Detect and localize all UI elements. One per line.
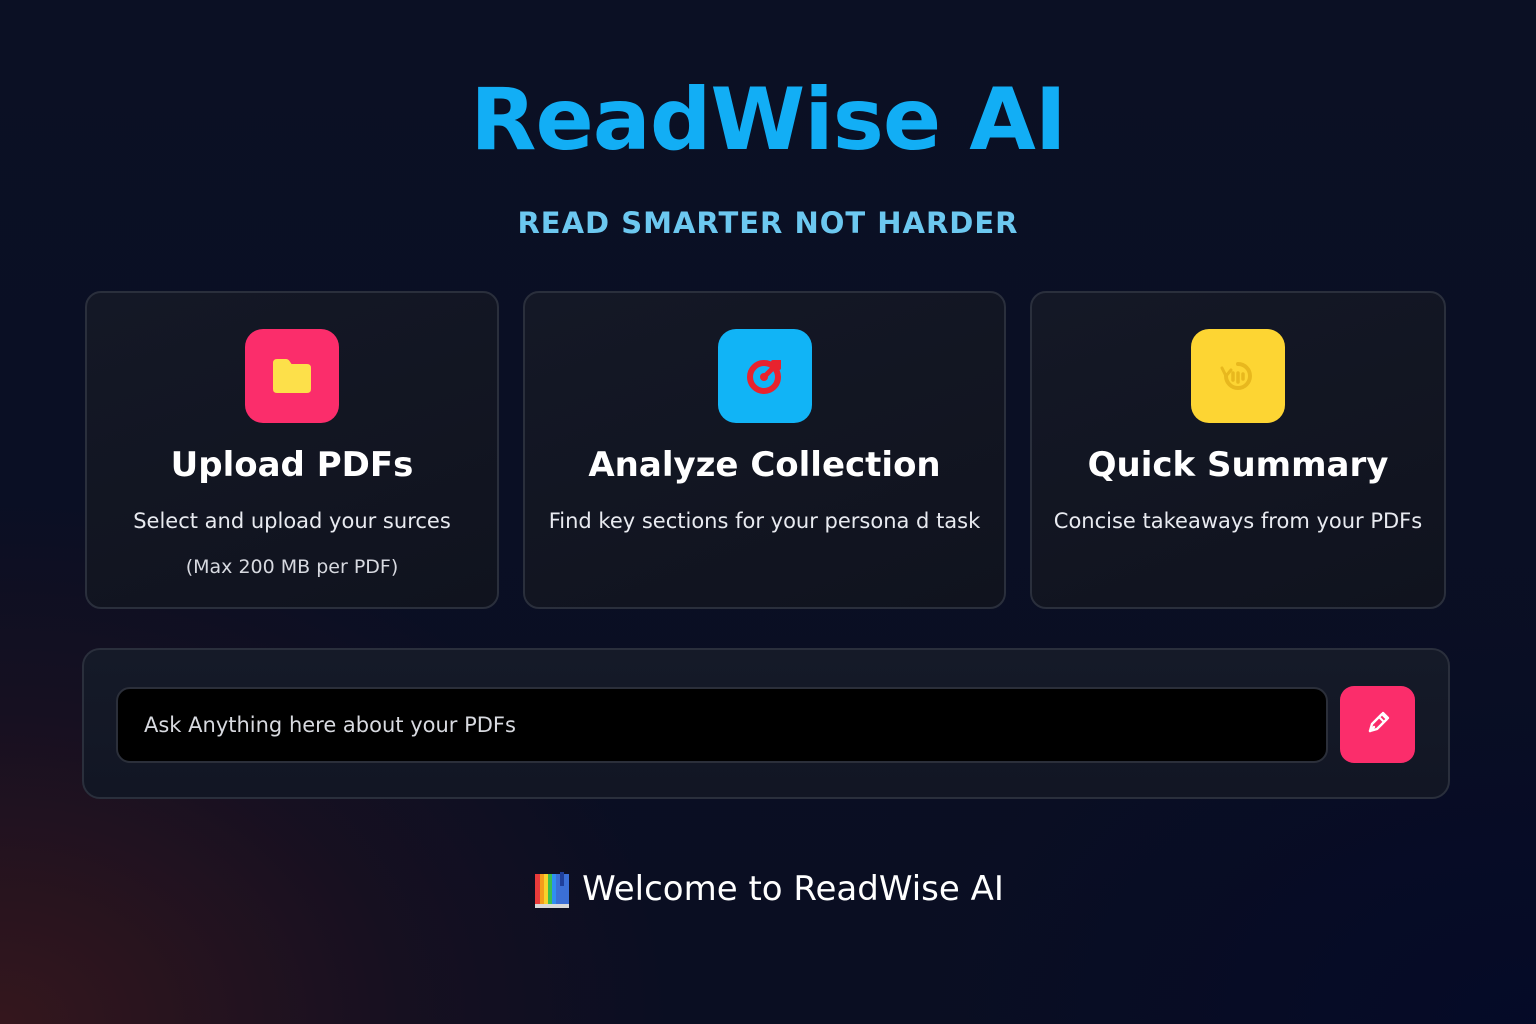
book-icon	[532, 868, 572, 910]
welcome-message: Welcome to ReadWise AI	[0, 868, 1536, 910]
analyze-collection-card[interactable]: Analyze Collection Find key sections for…	[523, 291, 1006, 609]
ask-panel	[82, 648, 1450, 799]
card-title: Quick Summary	[1087, 445, 1389, 485]
card-description: Concise takeaways from your PDFs	[1053, 509, 1423, 533]
quick-summary-card[interactable]: Quick Summary Concise takeaways from you…	[1030, 291, 1446, 609]
card-title: Upload PDFs	[170, 445, 414, 485]
folder-icon	[245, 329, 339, 423]
pen-icon	[1363, 708, 1393, 741]
ask-input[interactable]	[116, 687, 1328, 763]
upload-pdfs-card[interactable]: Upload PDFs Select and upload your surce…	[85, 291, 499, 609]
welcome-text: Welcome to ReadWise AI	[582, 869, 1004, 909]
summary-icon	[1191, 329, 1285, 423]
card-description: Select and upload your surces	[133, 509, 451, 533]
send-button[interactable]	[1340, 686, 1415, 763]
app-tagline: READ SMARTER NOT HARDER	[517, 206, 1019, 240]
card-title: Analyze Collection	[588, 445, 941, 485]
card-description: Find key sections for your persona d tas…	[548, 509, 981, 533]
app-title: ReadWise AI	[470, 70, 1067, 170]
target-icon	[717, 329, 812, 423]
card-note: (Max 200 MB per PDF)	[185, 556, 399, 578]
